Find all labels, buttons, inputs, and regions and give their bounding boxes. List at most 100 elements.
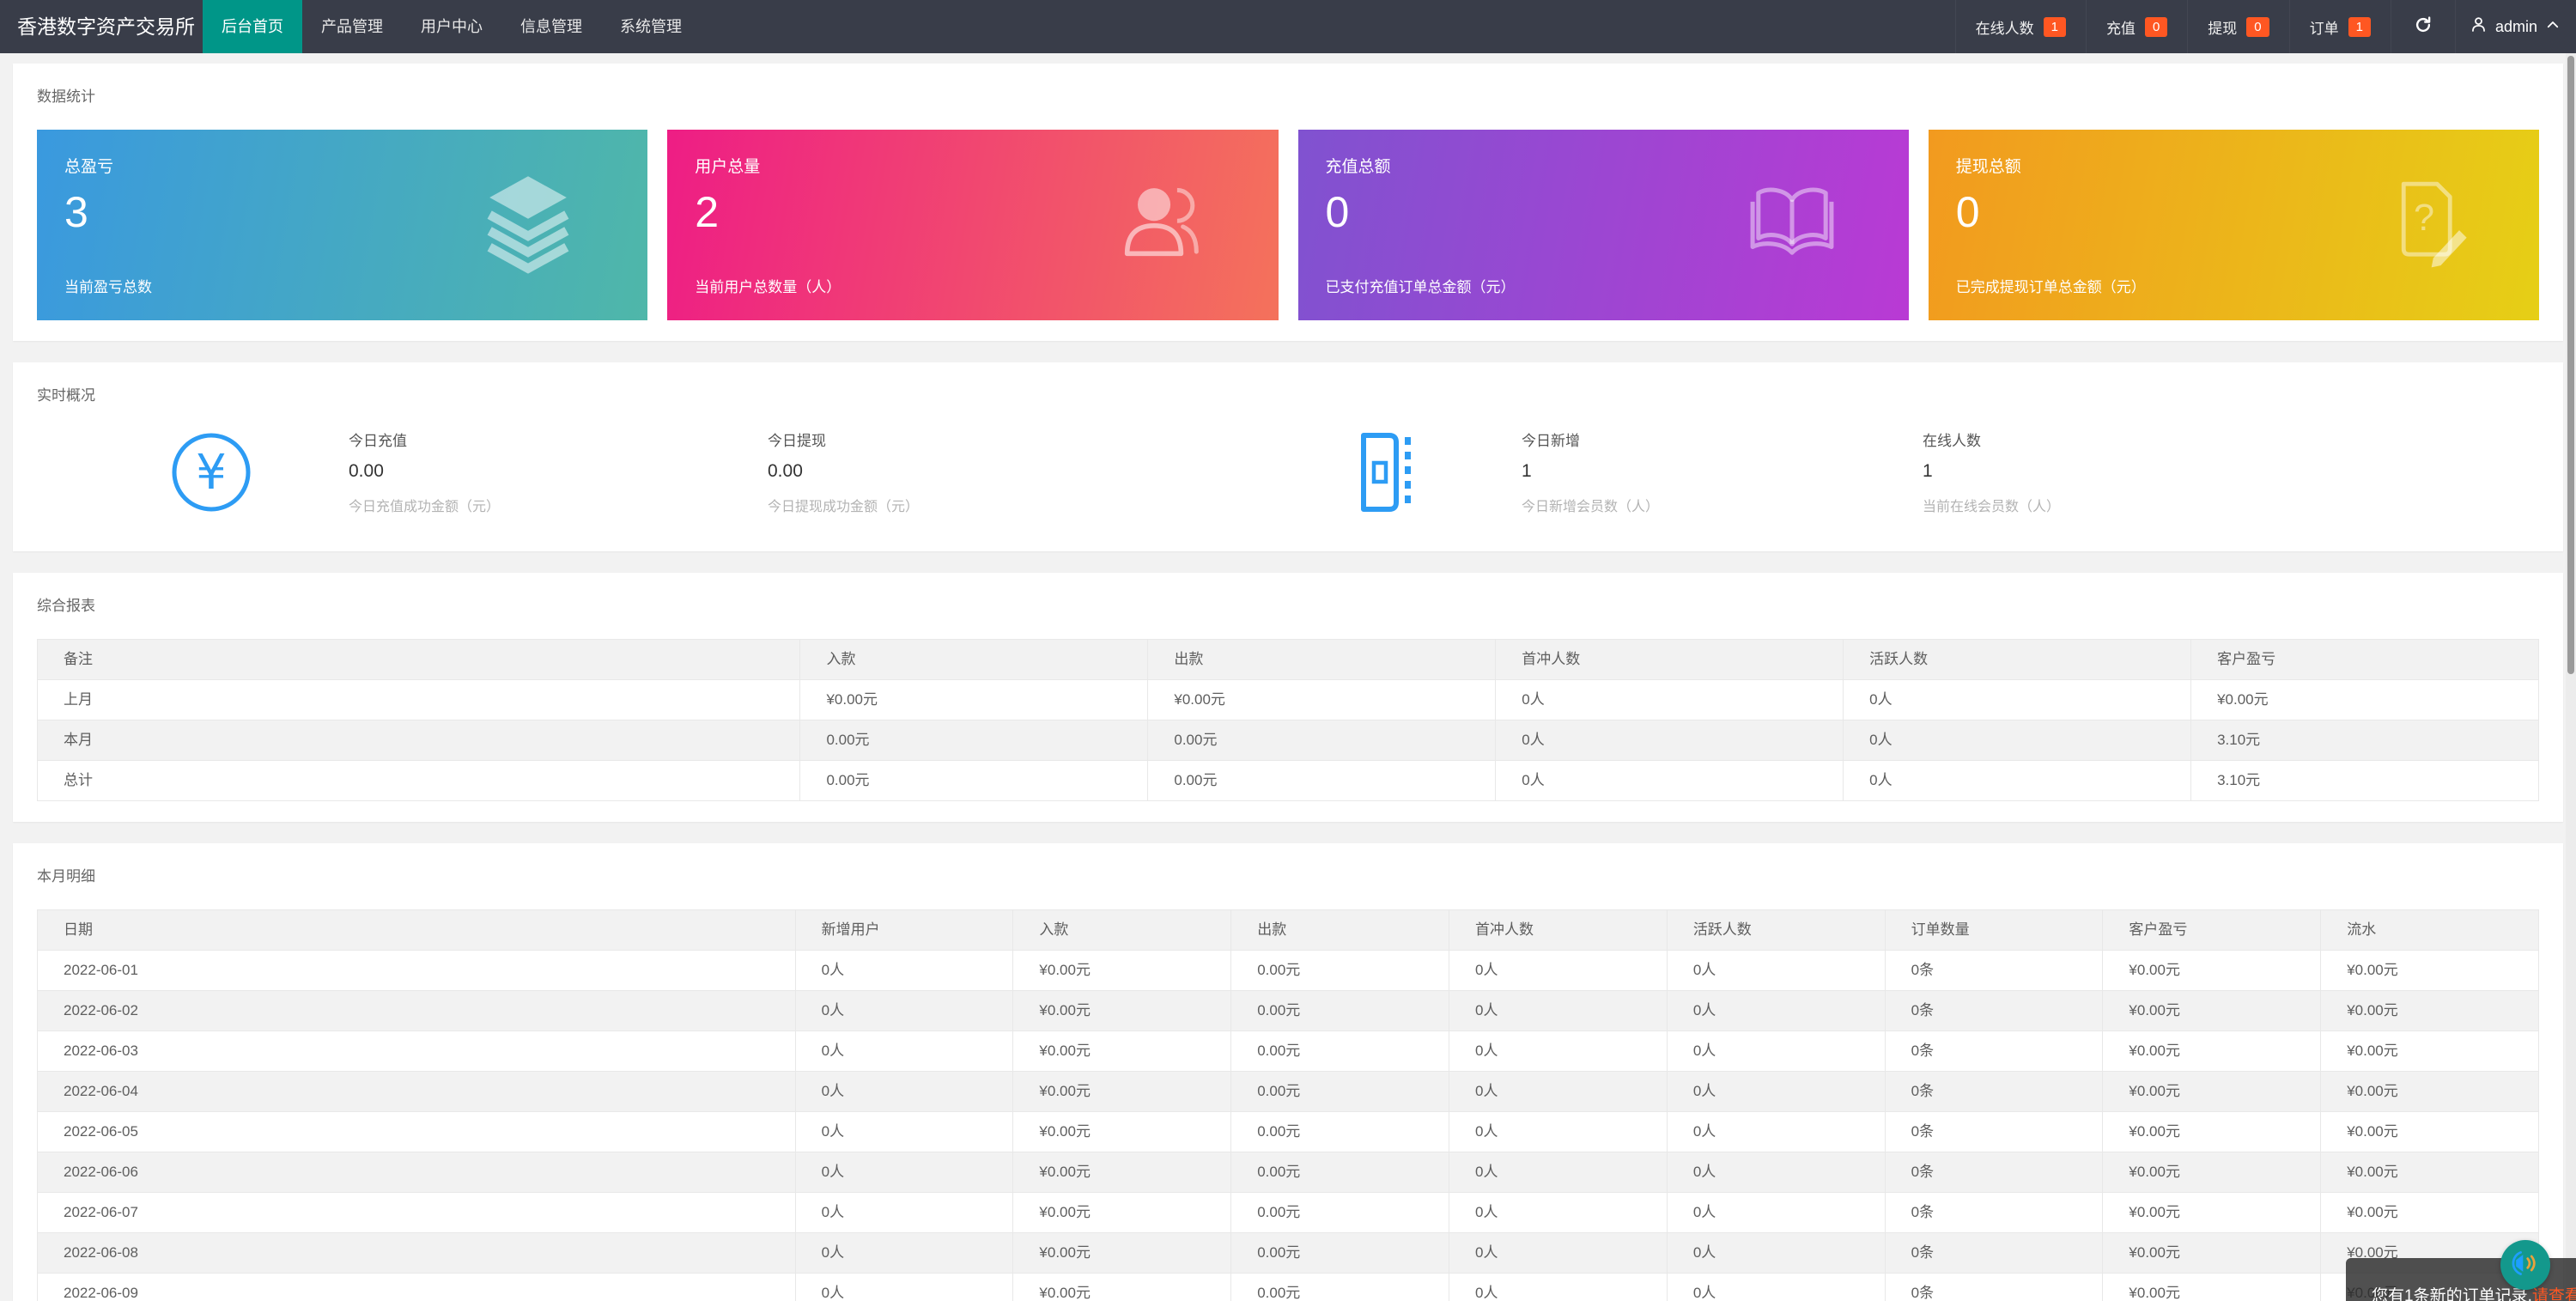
table-cell: 0人 — [1449, 1192, 1668, 1233]
table-row: 2022-06-07 0人 ¥0.00元 0.00元 0人 0人 0条 ¥0.00元 ¥0.00… — [37, 1192, 2539, 1233]
card-label: 充值总额 — [1325, 158, 1391, 176]
table-row: 本月 0.00元 0.00元 0人 0人 3.10元 — [36, 720, 2539, 761]
column-header: 备注 — [36, 639, 801, 680]
card-label: 提现总额 — [1955, 158, 2021, 176]
refresh-icon — [2414, 15, 2433, 39]
status-deposits[interactable]: 充值 0 — [2085, 0, 2187, 53]
admin-menu[interactable]: admin — [2454, 0, 2576, 53]
scrollbar-thumb[interactable] — [2567, 56, 2574, 674]
status-online-users[interactable]: 在线人数 1 — [1954, 0, 2086, 53]
month-detail-table: 日期 新增用户 入款 出款 首冲人数 活跃人数 订单数量 客户盈亏 流水 2022-06-01 0人… — [37, 909, 2539, 1301]
table-cell: 2022-06-06 — [37, 1152, 796, 1193]
table-cell: 0条 — [1884, 1152, 2104, 1193]
total-deposit-card: 充值总额 0 已支付充值订单总金额（元） — [1297, 130, 1909, 320]
stat-caption: 今日充值成功金额（元） — [349, 500, 501, 514]
table-cell: ¥0.00元 — [2320, 990, 2539, 1031]
table-cell: 上月 — [36, 679, 801, 720]
status-label: 充值 — [2105, 20, 2136, 37]
table-cell: 0人 — [1449, 1071, 1668, 1112]
dashboard-content: 数据统计 总盈亏 3 当前盈亏总数 用户总量 2 当前用户总数量（人） 充值总额… — [0, 64, 2576, 1301]
table-cell: 0人 — [1666, 1192, 1886, 1233]
status-orders[interactable]: 订单 1 — [2288, 0, 2391, 53]
menu-item-products[interactable]: 产品管理 — [302, 0, 402, 53]
table-cell: 0人 — [1666, 1152, 1886, 1193]
column-header: 出款 — [1147, 639, 1497, 680]
column-header: 首冲人数 — [1495, 639, 1844, 680]
menu-item-home[interactable]: 后台首页 — [203, 0, 302, 53]
today-new-users-stat: 今日新增 1 今日新增会员数（人） — [1522, 429, 1923, 515]
table-cell: 0人 — [1449, 1152, 1668, 1193]
stats-panel: 数据统计 总盈亏 3 当前盈亏总数 用户总量 2 当前用户总数量（人） 充值总额… — [13, 64, 2563, 341]
users-icon — [1114, 175, 1210, 276]
column-header: 客户盈亏 — [2102, 909, 2322, 951]
admin-dashboard: 香港数字资产交易所 后台首页 产品管理 用户中心 信息管理 系统管理 在线人数 … — [0, 0, 2576, 1301]
table-row: 2022-06-04 0人 ¥0.00元 0.00元 0人 0人 0条 ¥0.00元 ¥0.00… — [37, 1071, 2539, 1112]
table-cell: ¥0.00元 — [1012, 1071, 1232, 1112]
table-row: 总计 0.00元 0.00元 0人 0人 3.10元 — [36, 760, 2539, 801]
stat-value: 1 — [1923, 461, 1933, 481]
notification-sound-button[interactable] — [2500, 1240, 2550, 1290]
realtime-stats-row: ¥ 今日充值 0.00 今日充值成功金额（元） 今日提现 0.00 今日提现成功… — [37, 429, 2539, 515]
menu-item-users[interactable]: 用户中心 — [402, 0, 501, 53]
table-cell: 0人 — [1843, 760, 2192, 801]
table-cell: 0条 — [1884, 1071, 2104, 1112]
table-cell: ¥0.00元 — [1012, 1111, 1232, 1152]
table-cell: 0人 — [1666, 1030, 1886, 1072]
table-cell: 0人 — [794, 950, 1014, 991]
refresh-button[interactable] — [2390, 0, 2455, 53]
today-deposit-stat: 今日充值 0.00 今日充值成功金额（元） — [349, 429, 768, 515]
page-scrollbar — [2566, 53, 2576, 1301]
admin-username: admin — [2494, 17, 2537, 35]
table-cell: ¥0.00元 — [2320, 1071, 2539, 1112]
column-header: 活跃人数 — [1666, 909, 1886, 951]
stat-value: 0.00 — [349, 461, 384, 481]
table-cell: 2022-06-09 — [37, 1273, 796, 1301]
card-caption: 已完成提现订单总金额（元） — [1955, 279, 2146, 295]
detail-panel-title: 本月明细 — [37, 868, 95, 885]
table-cell: ¥0.00元 — [2320, 1111, 2539, 1152]
table-cell: 0人 — [1449, 950, 1668, 991]
table-cell: 0.00元 — [1147, 720, 1497, 761]
table-row: 上月 ¥0.00元 ¥0.00元 0人 0人 ¥0.00元 — [36, 679, 2539, 720]
table-cell: 2022-06-04 — [37, 1071, 796, 1112]
main-menu: 后台首页 产品管理 用户中心 信息管理 系统管理 — [203, 0, 701, 53]
table-cell: ¥0.00元 — [1012, 1232, 1232, 1274]
table-cell: 0.00元 — [1230, 1152, 1450, 1193]
table-cell: 0人 — [1666, 1111, 1886, 1152]
table-cell: 0人 — [1666, 990, 1886, 1031]
table-cell: ¥0.00元 — [2102, 1152, 2322, 1193]
table-cell: 总计 — [36, 760, 801, 801]
table-cell: 0.00元 — [1230, 950, 1450, 991]
table-row: 2022-06-05 0人 ¥0.00元 0.00元 0人 0人 0条 ¥0.00元 ¥0.00… — [37, 1111, 2539, 1152]
stat-caption: 今日提现成功金额（元） — [768, 500, 920, 514]
stat-label: 在线人数 — [1923, 433, 1981, 449]
book-icon — [1744, 175, 1840, 276]
column-header: 活跃人数 — [1843, 639, 2192, 680]
table-cell: ¥0.00元 — [2320, 1152, 2539, 1193]
column-header: 日期 — [37, 909, 796, 951]
table-cell: 0人 — [1666, 1273, 1886, 1301]
table-cell: 0人 — [1449, 1232, 1668, 1274]
table-cell: ¥0.00元 — [2102, 1192, 2322, 1233]
table-cell: ¥0.00元 — [1147, 679, 1497, 720]
table-cell: 0条 — [1884, 1111, 2104, 1152]
table-row: 2022-06-06 0人 ¥0.00元 0.00元 0人 0人 0条 ¥0.00元 ¥0.00… — [37, 1152, 2539, 1193]
menu-item-info[interactable]: 信息管理 — [501, 0, 601, 53]
menu-item-system[interactable]: 系统管理 — [601, 0, 701, 53]
table-row: 2022-06-090人¥0.00元0.00元0人0人0条¥0.00元¥0.00… — [37, 1273, 2539, 1301]
table-cell: ¥0.00元 — [1012, 1030, 1232, 1072]
table-cell: 0人 — [1843, 679, 2192, 720]
table-cell: 0人 — [1495, 679, 1844, 720]
table-cell: 0人 — [794, 1232, 1014, 1274]
table-cell: 0.00元 — [799, 720, 1149, 761]
summary-report-panel: 综合报表 备注 入款 出款 首冲人数 活跃人数 客户盈亏 上月 ¥0.00元 ¥0.00元 0人 0… — [13, 573, 2563, 822]
month-detail-panel: 本月明细 日期 新增用户 入款 出款 首冲人数 活跃人数 订单数量 客户盈亏 流水 2022-06… — [13, 843, 2563, 1301]
realtime-panel-title: 实时概况 — [37, 387, 95, 404]
table-cell: 0人 — [1666, 950, 1886, 991]
table-cell: ¥0.00元 — [1012, 1273, 1232, 1301]
table-cell: ¥0.00元 — [2102, 1071, 2322, 1112]
table-cell: 0人 — [1449, 1030, 1668, 1072]
table-cell: 3.10元 — [2190, 720, 2539, 761]
table-cell: ¥0.00元 — [1012, 1152, 1232, 1193]
status-withdrawals[interactable]: 提现 0 — [2187, 0, 2288, 53]
